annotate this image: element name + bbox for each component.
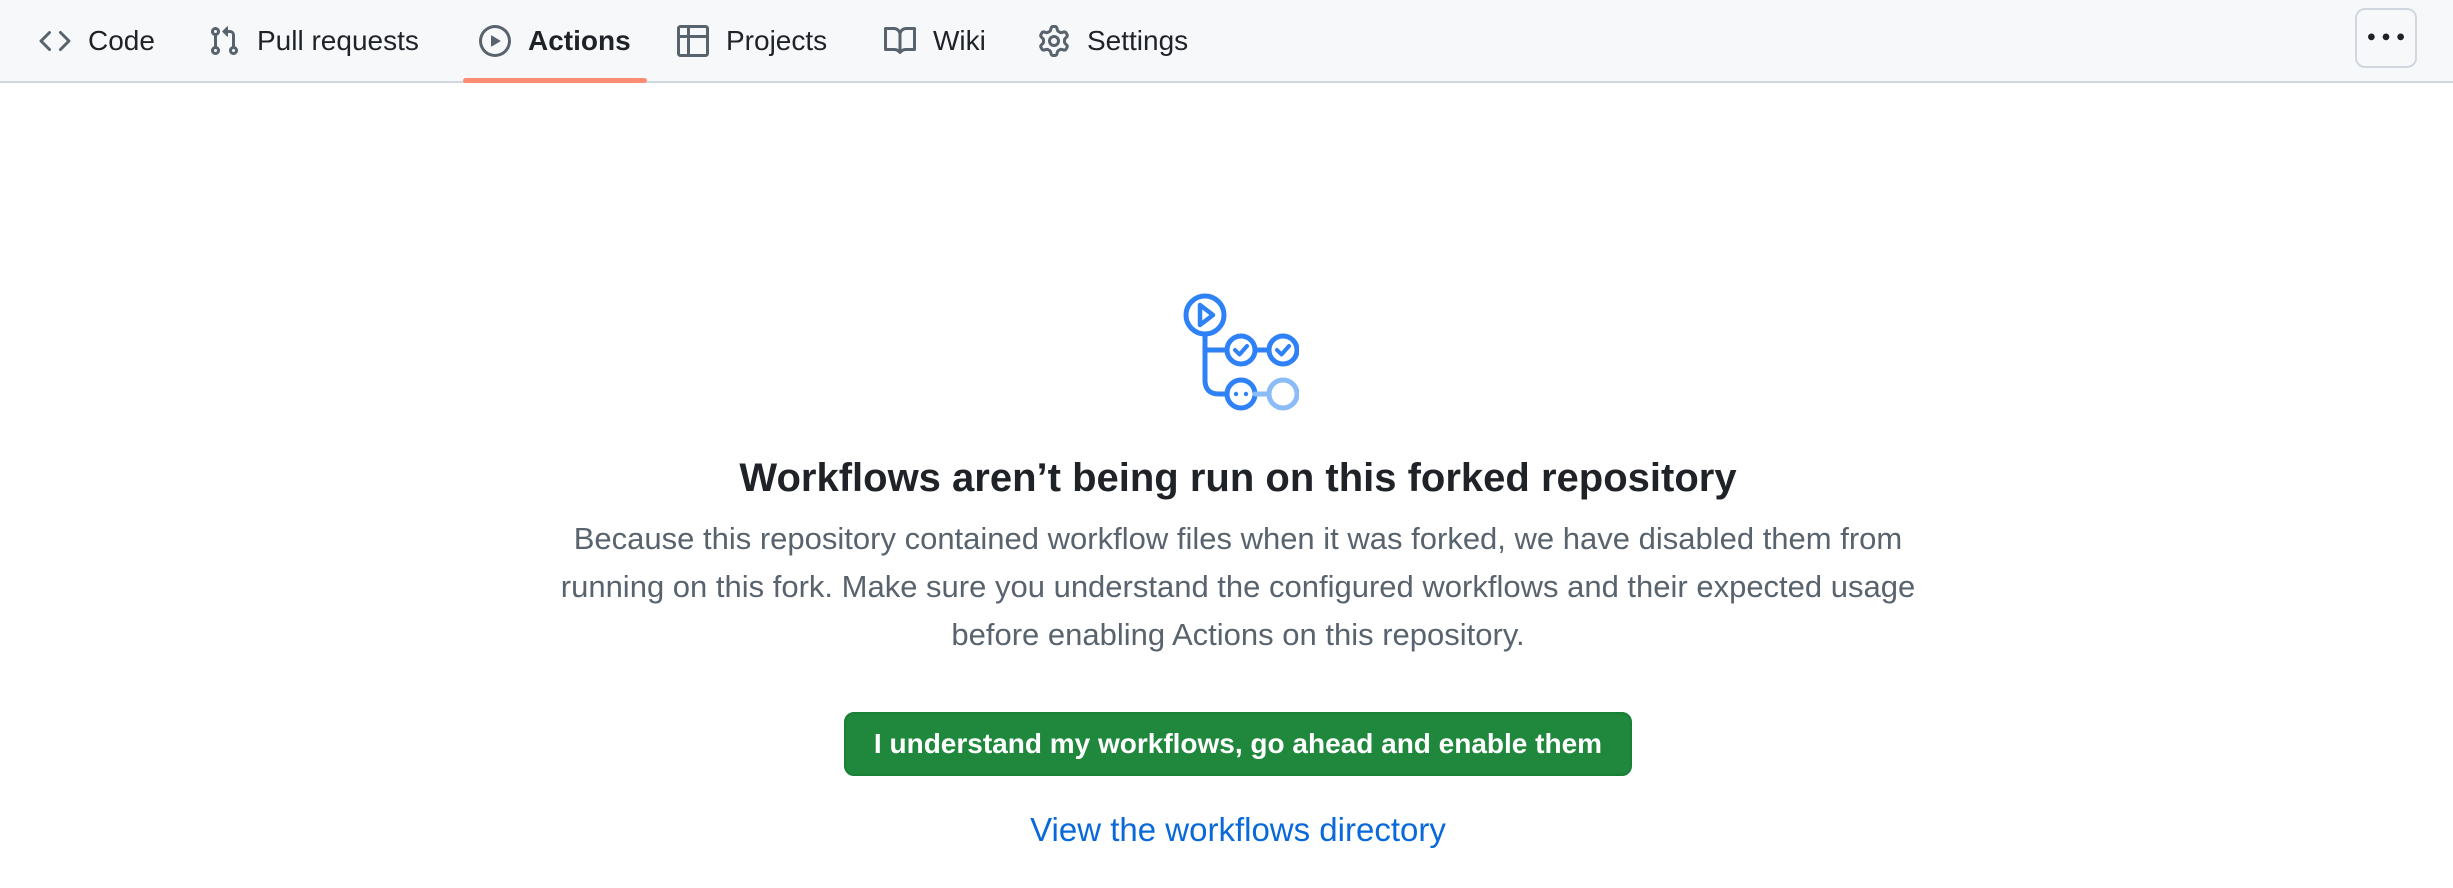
play-icon (478, 24, 512, 58)
tab-label: Code (88, 24, 155, 56)
tab-settings[interactable]: Settings (1037, 0, 1188, 81)
tab-label: Projects (726, 24, 828, 56)
repo-nav-bar: Code Pull requests Actions Projects Wiki… (0, 0, 2453, 83)
git-pull-request-icon (207, 24, 241, 58)
tab-actions[interactable]: Actions (463, 0, 647, 83)
tab-label: Wiki (933, 24, 986, 56)
blankslate-title: Workflows aren’t being run on this forke… (739, 456, 1737, 500)
tab-label: Actions (528, 24, 631, 56)
enable-workflows-button[interactable]: I understand my workflows, go ahead and … (844, 712, 1632, 776)
selected-tab-underline (463, 78, 647, 83)
tab-pull-requests[interactable]: Pull requests (207, 0, 419, 81)
workflow-icon (1183, 293, 1299, 411)
more-options-button[interactable] (2355, 8, 2417, 68)
workflows-directory-link[interactable]: View the workflows directory (0, 808, 2453, 852)
tab-label: Pull requests (257, 24, 419, 56)
tab-label: Settings (1087, 24, 1189, 56)
tab-code[interactable]: Code (38, 0, 155, 81)
book-icon (883, 24, 917, 58)
code-icon (38, 24, 72, 58)
tab-wiki[interactable]: Wiki (883, 0, 986, 81)
table-icon (676, 24, 710, 58)
tab-projects[interactable]: Projects (676, 0, 827, 81)
gear-icon (1037, 24, 1071, 58)
blankslate-description: Because this repository contained workfl… (560, 521, 1916, 652)
kebab-horizontal-icon (2368, 20, 2404, 56)
